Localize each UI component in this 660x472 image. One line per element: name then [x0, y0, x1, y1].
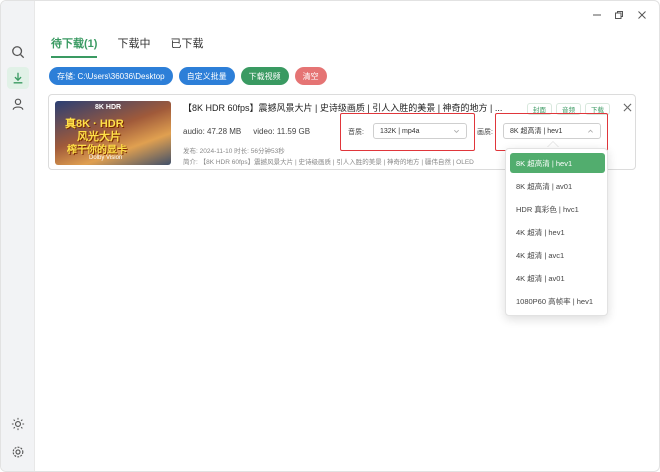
- tab-downloaded[interactable]: 已下载: [170, 35, 203, 58]
- thumb-badge: 8K HDR: [95, 104, 122, 111]
- tab-pending[interactable]: 待下载(1): [51, 35, 98, 58]
- tab-bar: 待下载(1) 下载中 已下载: [51, 35, 203, 58]
- sun-icon[interactable]: [7, 413, 29, 435]
- storage-path-button[interactable]: 存储: C:\Users\36036\Desktop: [49, 67, 173, 85]
- user-icon[interactable]: [7, 93, 29, 115]
- video-size: video: 11.59 GB: [253, 127, 311, 136]
- video-sizes: audio: 47.28 MB video: 11.59 GB: [183, 127, 310, 136]
- dropdown-option[interactable]: 1080P60 高帧率 | hev1: [510, 291, 605, 311]
- audio-quality-select[interactable]: 132K | mp4a: [373, 123, 467, 139]
- video-quality-select[interactable]: 8K 超高清 | hev1: [503, 123, 601, 139]
- clear-button[interactable]: 清空: [294, 67, 327, 85]
- dropdown-option[interactable]: HDR 真彩色 | hvc1: [510, 199, 605, 219]
- app-window: 待下载(1) 下载中 已下载 存储: C:\Users\36036\Deskto…: [0, 0, 660, 472]
- download-video-button[interactable]: 下载视频: [240, 67, 289, 85]
- video-intro: 简介: 【8K HDR 60fps】震撼风景大片 | 史诗级画质 | 引人入胜的…: [183, 159, 474, 166]
- video-quality-dropdown: 8K 超高清 | hev1 8K 超高清 | av01 HDR 真彩色 | hv…: [505, 148, 608, 316]
- thumb-brand: Dolby Vision: [89, 155, 123, 161]
- sidebar: [1, 1, 35, 471]
- minimize-icon[interactable]: [589, 7, 605, 23]
- video-quality-label: 画质:: [477, 129, 493, 136]
- custom-batch-button[interactable]: 自定义批量: [178, 67, 235, 85]
- dropdown-option[interactable]: 8K 超高清 | hev1: [510, 153, 605, 173]
- thumb-line-3: 榨干你的显卡: [67, 145, 127, 156]
- dropdown-option[interactable]: 4K 超清 | hev1: [510, 222, 605, 242]
- chevron-down-icon: [454, 129, 459, 133]
- toolbar: 存储: C:\Users\36036\Desktop 自定义批量 下载视频 清空: [49, 67, 327, 85]
- close-window-icon[interactable]: [634, 7, 650, 23]
- dropdown-option[interactable]: 8K 超高清 | av01: [510, 176, 605, 196]
- dropdown-option[interactable]: 4K 超清 | av01: [510, 268, 605, 288]
- dropdown-option[interactable]: 4K 超清 | avc1: [510, 245, 605, 265]
- download-icon[interactable]: [7, 67, 29, 89]
- audio-quality-label: 音质:: [348, 129, 364, 136]
- gear-icon[interactable]: [7, 441, 29, 463]
- search-icon[interactable]: [7, 41, 29, 63]
- tab-downloading[interactable]: 下载中: [117, 35, 150, 58]
- remove-item-icon[interactable]: [621, 101, 633, 113]
- audio-size: audio: 47.28 MB: [183, 127, 242, 136]
- maximize-icon[interactable]: [611, 7, 627, 23]
- chevron-up-icon: [588, 129, 593, 133]
- publish-info: 发布: 2024-11-10 时长: 56分钟53秒: [183, 148, 285, 155]
- video-quality-value: 8K 超高清 | hev1: [510, 128, 563, 135]
- video-thumbnail[interactable]: 8K HDR 真8K · HDR 风光大片 榨干你的显卡 Dolby Visio…: [55, 101, 171, 165]
- audio-quality-value: 132K | mp4a: [380, 127, 420, 135]
